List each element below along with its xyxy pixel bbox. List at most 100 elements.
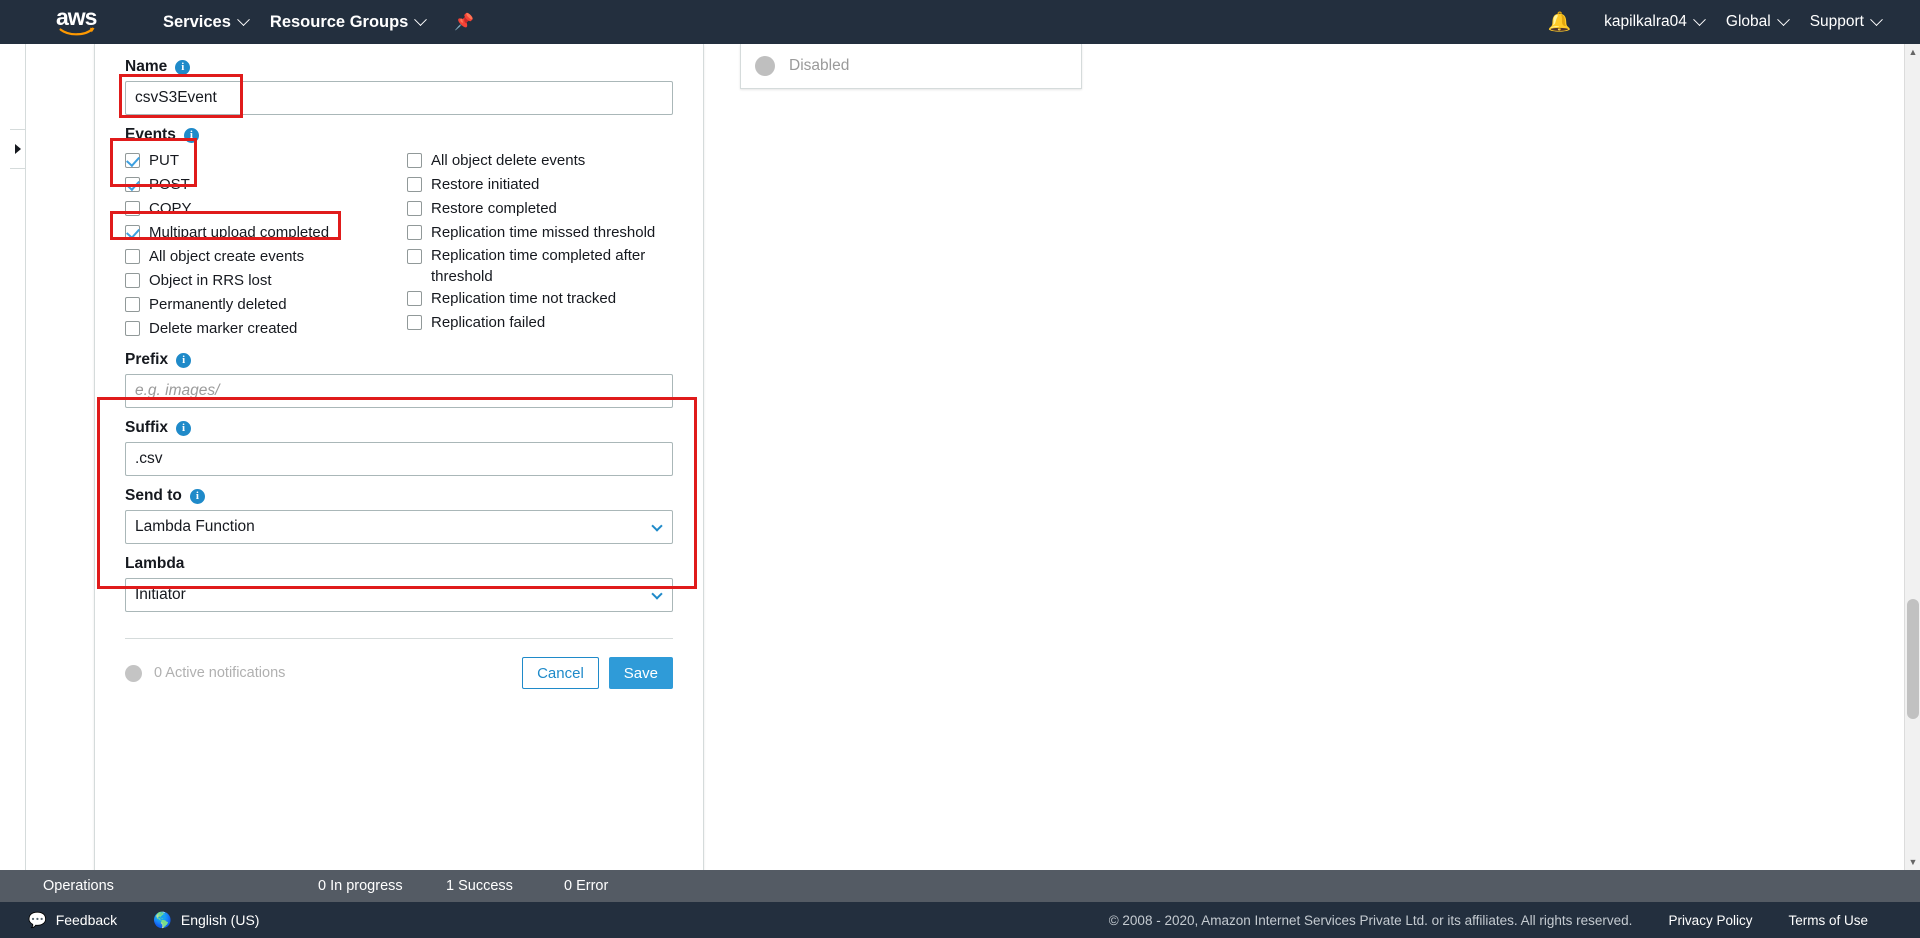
copyright-text: © 2008 - 2020, Amazon Internet Services … bbox=[1108, 912, 1633, 928]
checkbox-icon[interactable] bbox=[407, 153, 422, 168]
left-rail bbox=[0, 44, 26, 870]
event-checkbox-row[interactable]: Replication time completed after thresho… bbox=[407, 245, 673, 287]
events-label-text: Events bbox=[125, 126, 176, 143]
event-checkbox-label: POST bbox=[149, 176, 190, 193]
language-label: English (US) bbox=[180, 912, 260, 928]
operations-bar: Operations 0 In progress 1 Success 0 Err… bbox=[0, 870, 1920, 902]
event-checkbox-row[interactable]: Replication failed bbox=[407, 311, 673, 335]
scroll-down-icon[interactable]: ▼ bbox=[1905, 854, 1920, 870]
suffix-input[interactable] bbox=[125, 442, 673, 476]
event-checkbox-label: PUT bbox=[149, 152, 179, 169]
checkbox-icon[interactable] bbox=[407, 249, 422, 264]
event-checkbox-row[interactable]: POST bbox=[125, 173, 399, 197]
event-checkbox-label: Permanently deleted bbox=[149, 296, 287, 313]
notification-count-dot-icon bbox=[125, 664, 142, 682]
nav-support-label: Support bbox=[1809, 13, 1864, 30]
nav-services[interactable]: Services bbox=[152, 0, 259, 44]
scroll-up-icon[interactable]: ▲ bbox=[1905, 44, 1920, 60]
nav-account-menu[interactable]: kapilkalra04 bbox=[1593, 0, 1715, 44]
nav-resource-groups[interactable]: Resource Groups bbox=[259, 0, 436, 44]
bottom-bar-right: © 2008 - 2020, Amazon Internet Services … bbox=[1109, 913, 1920, 928]
name-label-text: Name bbox=[125, 58, 168, 75]
terms-of-use-link[interactable]: Terms of Use bbox=[1788, 913, 1868, 928]
checkbox-checked-icon[interactable] bbox=[125, 225, 140, 240]
page-scrollbar[interactable]: ▲ ▼ bbox=[1904, 44, 1920, 870]
info-icon[interactable]: i bbox=[176, 352, 192, 368]
event-checkbox-label: Multipart upload completed bbox=[149, 224, 330, 241]
sidebar-expand-toggle[interactable] bbox=[10, 129, 26, 169]
prefix-label-text: Prefix bbox=[125, 351, 169, 368]
cancel-button[interactable]: Cancel bbox=[522, 657, 599, 689]
info-icon[interactable]: i bbox=[189, 488, 205, 504]
lambda-select[interactable]: Initiator bbox=[125, 578, 673, 612]
checkbox-icon[interactable] bbox=[407, 201, 422, 216]
nav-region-label: Global bbox=[1725, 13, 1771, 30]
checkbox-icon[interactable] bbox=[125, 297, 140, 312]
prefix-input[interactable] bbox=[125, 374, 673, 408]
event-checkbox-label: Restore initiated bbox=[431, 176, 540, 193]
checkbox-icon[interactable] bbox=[125, 321, 140, 336]
checkbox-checked-icon[interactable] bbox=[125, 177, 140, 192]
chevron-down-icon bbox=[1870, 12, 1883, 26]
event-checkbox-label: Replication time not tracked bbox=[431, 290, 617, 307]
nav-region-menu[interactable]: Global bbox=[1715, 0, 1799, 44]
operations-title[interactable]: Operations bbox=[43, 878, 114, 894]
info-icon[interactable]: i bbox=[175, 59, 191, 75]
event-checkbox-row[interactable]: PUT bbox=[125, 149, 399, 173]
events-right-column: All object delete events Restore initiate… bbox=[399, 149, 673, 341]
lambda-select-wrapper: Initiator bbox=[125, 578, 673, 612]
event-notification-form-card: Name i Events i PUT POST COPY Multipart upl… bbox=[94, 44, 704, 896]
notification-status-card: Disabled bbox=[740, 44, 1082, 89]
pin-icon[interactable]: 📌 bbox=[454, 12, 474, 32]
checkbox-icon[interactable] bbox=[125, 273, 140, 288]
info-icon[interactable]: i bbox=[183, 127, 199, 143]
status-dot-icon bbox=[755, 56, 775, 76]
aws-logo-text: aws bbox=[56, 4, 97, 30]
event-checkbox-row[interactable]: All object delete events bbox=[407, 149, 673, 173]
bell-icon[interactable]: 🔔 bbox=[1548, 10, 1572, 34]
event-checkbox-label: Restore completed bbox=[431, 200, 557, 217]
chevron-down-icon bbox=[237, 12, 250, 26]
event-checkbox-label: Replication failed bbox=[431, 314, 546, 331]
checkbox-icon[interactable] bbox=[407, 291, 422, 306]
privacy-policy-link[interactable]: Privacy Policy bbox=[1668, 913, 1752, 928]
globe-icon: 🌎 bbox=[153, 912, 172, 929]
event-checkbox-label: Replication time completed after thresho… bbox=[431, 247, 646, 285]
checkbox-icon[interactable] bbox=[407, 177, 422, 192]
events-checkbox-grid: PUT POST COPY Multipart upload completed All… bbox=[125, 149, 673, 341]
checkbox-checked-icon[interactable] bbox=[125, 153, 140, 168]
nav-support-menu[interactable]: Support bbox=[1799, 0, 1892, 44]
speech-bubble-icon: 💬 bbox=[28, 912, 47, 929]
feedback-button[interactable]: 💬 Feedback bbox=[28, 911, 117, 929]
event-checkbox-row[interactable]: Object in RRS lost bbox=[125, 269, 399, 293]
event-checkbox-row[interactable]: All object create events bbox=[125, 245, 399, 269]
info-icon[interactable]: i bbox=[176, 420, 192, 436]
active-notifications-text: 0 Active notifications bbox=[154, 665, 286, 681]
event-checkbox-row[interactable]: Replication time missed threshold bbox=[407, 221, 673, 245]
chevron-down-icon bbox=[1776, 12, 1790, 26]
name-input[interactable] bbox=[125, 81, 673, 115]
status-badge: Disabled bbox=[789, 57, 850, 74]
save-button[interactable]: Save bbox=[608, 657, 673, 689]
send-to-label: Send to i bbox=[125, 487, 673, 505]
event-checkbox-label: Object in RRS lost bbox=[149, 272, 272, 289]
event-checkbox-row[interactable]: Restore completed bbox=[407, 197, 673, 221]
checkbox-icon[interactable] bbox=[407, 225, 422, 240]
event-checkbox-row[interactable]: Delete marker created bbox=[125, 317, 399, 341]
event-checkbox-row[interactable]: Multipart upload completed bbox=[125, 221, 399, 245]
checkbox-icon[interactable] bbox=[125, 249, 140, 264]
language-selector[interactable]: 🌎 English (US) bbox=[153, 911, 259, 929]
checkbox-icon[interactable] bbox=[407, 315, 422, 330]
event-checkbox-label: All object create events bbox=[149, 248, 305, 265]
operations-success: 1 Success bbox=[446, 878, 513, 894]
chevron-right-icon bbox=[14, 144, 21, 154]
aws-logo[interactable]: aws bbox=[56, 4, 116, 36]
event-checkbox-row[interactable]: Permanently deleted bbox=[125, 293, 399, 317]
checkbox-icon[interactable] bbox=[125, 201, 140, 216]
form-action-buttons: Cancel Save bbox=[522, 657, 673, 689]
event-checkbox-row[interactable]: COPY bbox=[125, 197, 399, 221]
send-to-select[interactable]: Lambda Function bbox=[125, 510, 673, 544]
event-checkbox-row[interactable]: Restore initiated bbox=[407, 173, 673, 197]
scrollbar-thumb[interactable] bbox=[1907, 599, 1919, 719]
event-checkbox-row[interactable]: Replication time not tracked bbox=[407, 287, 673, 311]
